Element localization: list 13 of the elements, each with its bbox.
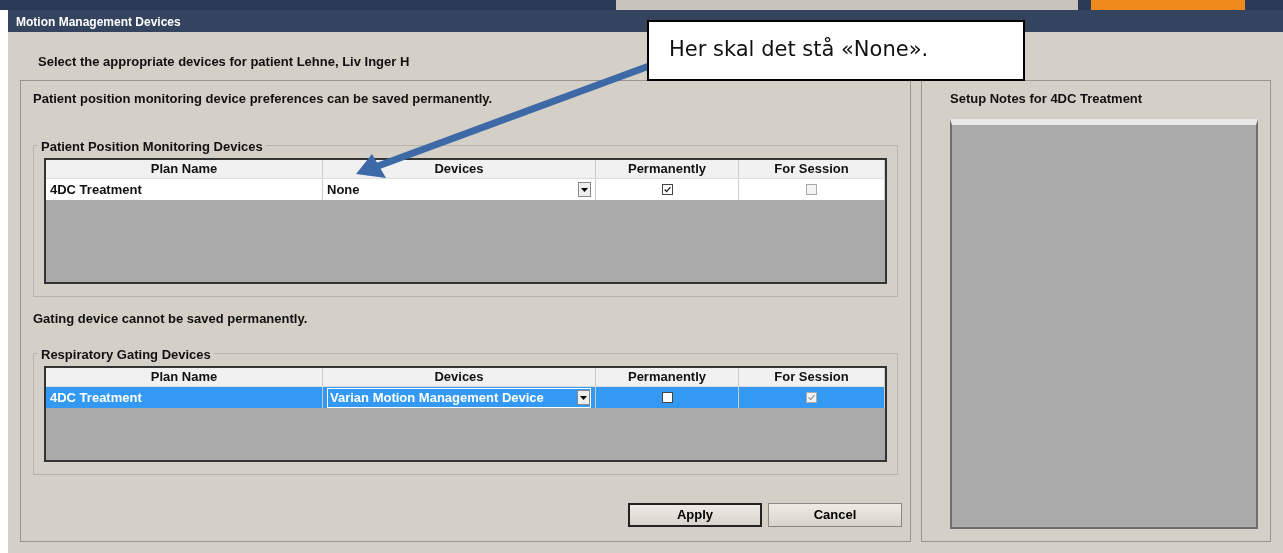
instruction-text: Select the appropriate devices for patient Lehne, Liv Inger H	[38, 54, 410, 69]
table-cell-text: 4DC Treatment	[50, 388, 142, 407]
table-row[interactable]: 4DC Treatment None	[46, 178, 885, 200]
section-note: Patient position monitoring device preferences can be saved permanently.	[33, 91, 493, 106]
table-cell-text: 4DC Treatment	[50, 180, 142, 199]
dialog-button[interactable]: Apply	[628, 503, 762, 527]
notes-title: Setup Notes for 4DC Treatment	[950, 91, 1143, 106]
checkbox[interactable]	[661, 392, 673, 403]
section-note: Gating device cannot be saved permanently.	[33, 311, 308, 326]
checkbox[interactable]	[661, 184, 673, 195]
device-dropdown[interactable]: None	[327, 179, 591, 200]
dialog-button[interactable]: Cancel	[768, 503, 902, 527]
callout-text: Her skal det stå «None».	[647, 20, 1025, 81]
